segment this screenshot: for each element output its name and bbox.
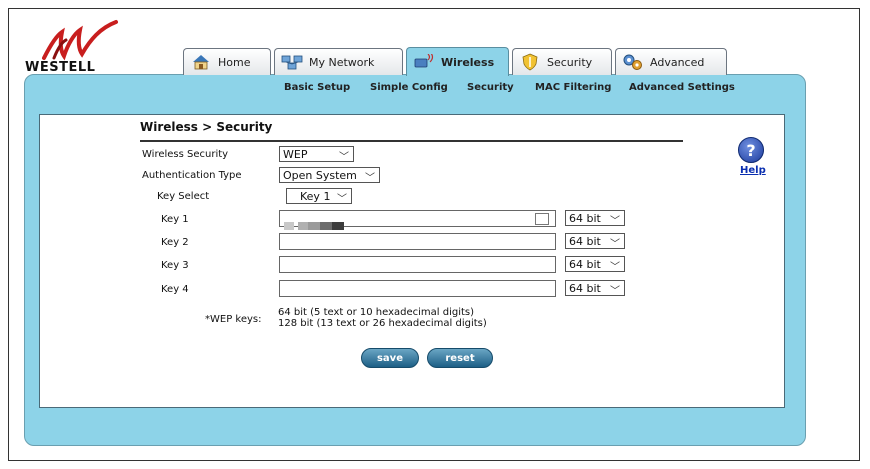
select-value: 64 bit	[569, 257, 601, 271]
key-4-input[interactable]	[279, 280, 556, 297]
subnav-advanced-settings[interactable]: Advanced Settings	[629, 82, 735, 93]
select-value: WEP	[283, 147, 308, 161]
key-1-label: Key 1	[161, 214, 189, 225]
wireless-security-select[interactable]: WEP ﹀	[279, 146, 354, 163]
select-value: Key 1	[300, 189, 331, 203]
help-link[interactable]: Help	[740, 165, 766, 176]
wep-note-line-1: 64 bit (5 text or 10 hexadecimal digits)	[278, 307, 475, 318]
auth-type-select[interactable]: Open System ﹀	[279, 167, 380, 184]
title-divider	[140, 140, 683, 142]
key-select-label: Key Select	[157, 191, 210, 202]
chevron-down-icon: ﹀	[365, 173, 375, 184]
tab-label: My Network	[309, 55, 375, 69]
auth-type-label: Authentication Type	[142, 170, 242, 181]
key-3-input[interactable]	[279, 256, 556, 273]
subnav-security[interactable]: Security	[467, 82, 514, 93]
tab-label: Security	[547, 55, 593, 69]
wep-note-line-2: 128 bit (13 text or 26 hexadecimal digit…	[278, 318, 487, 329]
subnav-simple-config[interactable]: Simple Config	[370, 82, 448, 93]
key-3-label: Key 3	[161, 260, 189, 271]
tab-label: Wireless	[441, 55, 495, 69]
tab-my-network[interactable]: My Network	[274, 48, 403, 75]
key-2-label: Key 2	[161, 237, 189, 248]
chevron-down-icon: ﹀	[610, 216, 620, 227]
chevron-down-icon: ﹀	[337, 194, 347, 205]
key-2-bits-select[interactable]: 64 bit ﹀	[565, 233, 625, 250]
network-icon	[281, 53, 303, 71]
chevron-down-icon: ﹀	[610, 262, 620, 273]
select-value: 64 bit	[569, 211, 601, 225]
logo-mark-icon	[42, 20, 118, 61]
key-1-input[interactable]	[279, 210, 556, 230]
gears-icon	[622, 53, 644, 71]
key-3-bits-select[interactable]: 64 bit ﹀	[565, 256, 625, 273]
keyboard-icon[interactable]	[535, 213, 549, 225]
help-icon[interactable]: ?	[738, 137, 764, 163]
shield-icon	[519, 53, 541, 71]
subnav-basic-setup[interactable]: Basic Setup	[284, 82, 350, 93]
page-title: Wireless > Security	[140, 120, 273, 134]
tab-home[interactable]: Home	[183, 48, 271, 75]
reset-button[interactable]: reset	[427, 348, 493, 368]
key-4-bits-select[interactable]: 64 bit ﹀	[565, 280, 625, 297]
select-value: 64 bit	[569, 234, 601, 248]
subnav-mac-filtering[interactable]: MAC Filtering	[535, 82, 611, 93]
wep-keys-note-label: *WEP keys:	[205, 314, 262, 325]
chevron-down-icon: ﹀	[610, 286, 620, 297]
chevron-down-icon: ﹀	[339, 152, 349, 163]
wireless-security-label: Wireless Security	[142, 149, 229, 160]
tab-label: Home	[218, 55, 251, 69]
select-value: 64 bit	[569, 281, 601, 295]
key-4-label: Key 4	[161, 284, 189, 295]
tab-label: Advanced	[650, 55, 705, 69]
house-icon	[190, 53, 212, 71]
tab-wireless[interactable]: Wireless	[406, 47, 509, 76]
brand-name: WESTELL	[25, 60, 96, 75]
chevron-down-icon: ﹀	[610, 239, 620, 250]
key-1-bits-select[interactable]: 64 bit ﹀	[565, 210, 625, 227]
select-value: Open System	[283, 168, 357, 182]
key-select-select[interactable]: Key 1 ﹀	[286, 188, 352, 205]
wep-keys-note: 64 bit (5 text or 10 hexadecimal digits)…	[278, 307, 487, 329]
masked-key-value	[284, 215, 354, 230]
save-button[interactable]: save	[361, 348, 419, 368]
wireless-icon	[413, 53, 435, 71]
tab-advanced[interactable]: Advanced	[615, 48, 727, 75]
key-2-input[interactable]	[279, 233, 556, 250]
tab-security[interactable]: Security	[512, 48, 612, 75]
